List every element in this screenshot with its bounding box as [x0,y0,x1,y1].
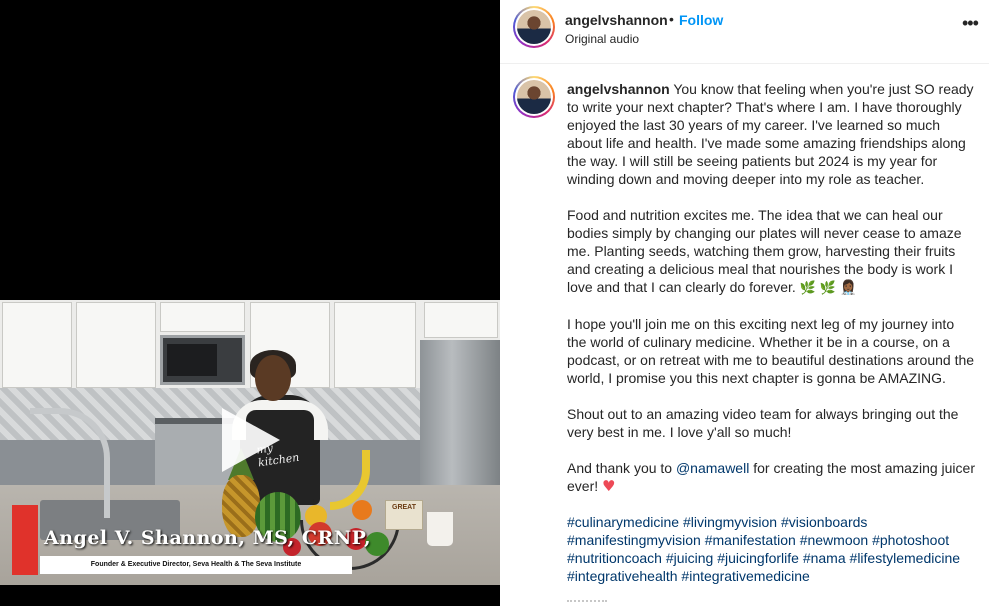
hashtag-link[interactable]: #lifestylemedicine [850,550,961,566]
hashtag-link[interactable]: #juicingforlife [717,550,799,566]
post-panel: angelvshannon • Follow Original audio ••… [500,0,989,606]
header-divider [500,63,989,64]
caption-text: Food and nutrition excites me. The idea … [567,207,962,295]
hashtag-link[interactable]: #manifestingmyvision [567,532,701,548]
lower-third-title-bar: Founder & Executive Director, Seva Healt… [40,556,352,574]
caption-text: And thank you to [567,460,673,476]
header-separator: • [669,11,674,27]
microwave [160,335,245,385]
cabinet-door [424,302,498,338]
hashtag-link[interactable]: #livingmyvision [683,514,777,530]
more-options-icon[interactable]: ••• [962,14,982,34]
video-player[interactable]: my kitchen GREAT Angel V. Shannon, MS, C… [0,0,500,606]
hashtag-list: #culinarymedicine #livingmyvision #visio… [567,513,977,585]
herb-icon: 🌿 [799,280,816,295]
header-username[interactable]: angelvshannon [565,12,668,28]
caption-avatar[interactable] [513,76,555,118]
profile-photo [517,80,551,114]
hashtag-link[interactable]: #visionboards [781,514,867,530]
hashtag-link[interactable]: #culinarymedicine [567,514,679,530]
hashtag-link[interactable]: #integrativehealth [567,568,678,584]
header-avatar[interactable] [513,6,555,48]
lower-third-name: Angel V. Shannon, MS, CRNP, [44,527,372,549]
follow-button[interactable]: Follow [679,12,723,28]
loading-indicator [567,600,607,604]
hashtag-link[interactable]: #juicing [666,550,713,566]
presenter-face [255,355,291,401]
book-on-counter: GREAT [385,500,423,530]
hashtag-link[interactable]: #nama [803,550,846,566]
heart-icon: ♥ [602,477,616,495]
caption-paragraph: And thank you to @namawell for creating … [567,459,977,495]
cabinet-door [334,302,416,388]
hashtag-link[interactable]: #nutritioncoach [567,550,662,566]
caption-paragraph: I hope you'll join me on this exciting n… [567,315,977,387]
caption-paragraph: Shout out to an amazing video team for a… [567,405,977,441]
caption-username[interactable]: angelvshannon [567,81,670,97]
hashtag-link[interactable]: #photoshoot [872,532,949,548]
refrigerator [420,340,500,500]
hashtag-link[interactable]: #manifestation [705,532,796,548]
cabinet-door [76,302,156,388]
hashtag-link[interactable]: #newmoon [800,532,869,548]
caption-paragraph: angelvshannon You know that feeling when… [567,80,977,188]
book-title: GREAT [392,504,416,511]
fruit-orange [352,500,372,520]
original-audio-link[interactable]: Original audio [565,32,639,46]
herb-icon: 🌿 [819,280,836,295]
post-caption: angelvshannon You know that feeling when… [567,80,977,603]
play-icon[interactable] [222,408,280,472]
health-worker-icon: 👩🏾‍⚕️ [839,279,858,295]
lower-third-accent [12,505,38,575]
caption-text: I hope you'll join me on this exciting n… [567,316,975,386]
mention-link[interactable]: @namawell [676,460,749,476]
cabinet-door [160,302,245,332]
lower-third-title: Founder & Executive Director, Seva Healt… [90,561,302,568]
caption-text: Shout out to an amazing video team for a… [567,406,959,440]
profile-photo [517,10,551,44]
cup [427,512,453,546]
cabinet-door [2,302,72,388]
caption-paragraph: Food and nutrition excites me. The idea … [567,206,977,297]
hashtag-link[interactable]: #integrativemedicine [681,568,809,584]
